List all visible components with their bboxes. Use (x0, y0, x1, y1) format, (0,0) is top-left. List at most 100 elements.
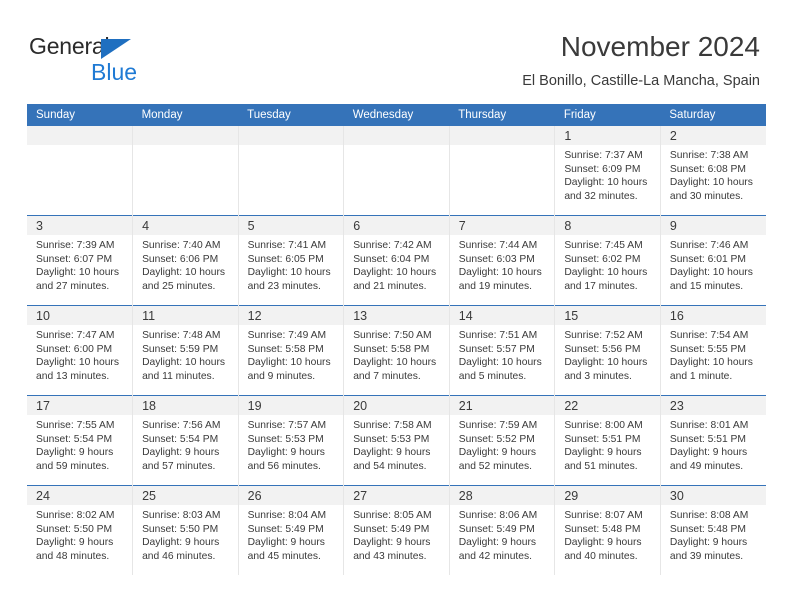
sunset-text: Sunset: 5:56 PM (564, 343, 641, 355)
calendar-day-cell[interactable]: 20 Sunrise: 7:58 AM Sunset: 5:53 PM Dayligh… (343, 395, 450, 486)
day-details: Sunrise: 7:52 AM Sunset: 5:56 PM Daylight:… (555, 325, 660, 383)
sunrise-text: Sunrise: 8:00 AM (564, 420, 643, 431)
day-details: Sunrise: 7:58 AM Sunset: 5:53 PM Daylight:… (344, 415, 449, 473)
calendar-day-cell[interactable]: 17 Sunrise: 7:55 AM Sunset: 5:54 PM Dayligh… (27, 395, 133, 486)
calendar-day-cell[interactable]: 7 Sunrise: 7:44 AM Sunset: 6:03 PM Daylight… (448, 215, 555, 306)
day-details: Sunrise: 8:01 AM Sunset: 5:51 PM Daylight:… (661, 415, 766, 473)
calendar-day-cell[interactable]: 11 Sunrise: 7:48 AM Sunset: 5:59 PM Dayligh… (132, 305, 239, 396)
calendar-day-cell[interactable]: 15 Sunrise: 7:52 AM Sunset: 5:56 PM Dayligh… (554, 305, 661, 396)
calendar-day-cell[interactable]: 30 Sunrise: 8:08 AM Sunset: 5:48 PM Dayligh… (659, 485, 766, 575)
daylight-text-line1: Daylight: 9 hours (458, 447, 537, 459)
calendar-page: General Blue November 2024 El Bonillo, C… (0, 0, 792, 612)
general-blue-logo[interactable]: General Blue (29, 33, 209, 85)
calendar-day-cell[interactable]: 21 Sunrise: 7:59 AM Sunset: 5:52 PM Dayligh… (448, 395, 555, 486)
calendar-day-cell[interactable]: 8 Sunrise: 7:45 AM Sunset: 6:02 PM Daylight… (554, 215, 661, 306)
daylight-text-line2: and 25 minutes. (142, 280, 216, 292)
calendar-week-row: 17 Sunrise: 7:55 AM Sunset: 5:54 PM Dayligh… (27, 395, 766, 486)
triangle-icon (101, 39, 131, 59)
calendar-day-cell[interactable]: 13 Sunrise: 7:50 AM Sunset: 5:58 PM Dayligh… (343, 305, 450, 396)
daylight-text-line2: and 7 minutes. (353, 370, 421, 382)
daylight-text-line2: and 5 minutes. (458, 370, 527, 382)
sunrise-text: Sunrise: 7:56 AM (142, 420, 221, 431)
calendar-day-cell[interactable]: 4 Sunrise: 7:40 AM Sunset: 6:06 PM Daylight… (132, 215, 239, 306)
day-number: 20 (344, 396, 449, 415)
day-details: Sunrise: 7:55 AM Sunset: 5:54 PM Daylight:… (27, 415, 132, 473)
day-details: Sunrise: 8:03 AM Sunset: 5:50 PM Daylight:… (133, 505, 238, 563)
page-header: General Blue November 2024 El Bonillo, C… (0, 0, 792, 100)
sunset-text: Sunset: 5:57 PM (458, 343, 535, 355)
calendar-day-cell[interactable]: 6 Sunrise: 7:42 AM Sunset: 6:04 PM Daylight… (343, 215, 450, 306)
day-details: Sunrise: 7:59 AM Sunset: 5:52 PM Daylight:… (450, 415, 555, 473)
daylight-text-line1: Daylight: 9 hours (669, 537, 748, 549)
calendar-day-cell[interactable]: 14 Sunrise: 7:51 AM Sunset: 5:57 PM Dayligh… (448, 305, 555, 396)
calendar-day-cell[interactable]: 9 Sunrise: 7:46 AM Sunset: 6:01 PM Daylight… (659, 215, 766, 306)
sunrise-text: Sunrise: 8:02 AM (36, 510, 115, 521)
daylight-text-line2: and 39 minutes. (669, 550, 744, 562)
calendar-day-cell[interactable]: 16 Sunrise: 7:54 AM Sunset: 5:55 PM Dayligh… (659, 305, 766, 396)
calendar-day-cell[interactable]: 5 Sunrise: 7:41 AM Sunset: 6:05 PM Daylight… (237, 215, 344, 306)
calendar-day-cell[interactable]: 19 Sunrise: 7:57 AM Sunset: 5:53 PM Dayligh… (237, 395, 344, 486)
day-number: 1 (555, 126, 660, 145)
calendar-day-cell[interactable]: 12 Sunrise: 7:49 AM Sunset: 5:58 PM Dayligh… (237, 305, 344, 396)
calendar-day-cell-empty (343, 126, 450, 216)
day-details: Sunrise: 7:42 AM Sunset: 6:04 PM Daylight:… (344, 235, 449, 293)
day-details: Sunrise: 7:51 AM Sunset: 5:57 PM Daylight:… (450, 325, 555, 383)
daylight-text-line2: and 17 minutes. (564, 280, 638, 292)
sunset-text: Sunset: 6:03 PM (458, 253, 535, 265)
calendar-day-cell[interactable]: 24 Sunrise: 8:02 AM Sunset: 5:50 PM Dayligh… (27, 485, 133, 575)
sunset-text: Sunset: 6:04 PM (353, 253, 430, 265)
sunset-text: Sunset: 5:53 PM (247, 433, 324, 445)
page-subtitle: El Bonillo, Castille-La Mancha, Spain (522, 73, 760, 89)
day-number: 11 (133, 306, 238, 325)
calendar-day-cell[interactable]: 27 Sunrise: 8:05 AM Sunset: 5:49 PM Dayligh… (343, 485, 450, 575)
sunrise-text: Sunrise: 7:58 AM (353, 420, 432, 431)
sunrise-text: Sunrise: 7:57 AM (247, 420, 327, 431)
sunrise-text: Sunrise: 8:08 AM (669, 510, 749, 521)
sunset-text: Sunset: 5:59 PM (142, 343, 219, 355)
daylight-text-line1: Daylight: 10 hours (669, 177, 753, 189)
day-details: Sunrise: 7:49 AM Sunset: 5:58 PM Daylight:… (239, 325, 344, 383)
logo-text-blue: Blue (91, 59, 138, 85)
sunrise-text: Sunrise: 7:50 AM (353, 330, 432, 341)
calendar-day-cell[interactable]: 26 Sunrise: 8:04 AM Sunset: 5:49 PM Dayligh… (237, 485, 344, 575)
calendar-day-cell[interactable]: 10 Sunrise: 7:47 AM Sunset: 6:00 PM Dayligh… (27, 305, 133, 396)
daylight-text-line2: and 27 minutes. (36, 280, 110, 292)
day-details: Sunrise: 7:41 AM Sunset: 6:05 PM Daylight:… (239, 235, 344, 293)
calendar-day-cell[interactable]: 25 Sunrise: 8:03 AM Sunset: 5:50 PM Dayligh… (132, 485, 239, 575)
daylight-text-line1: Daylight: 10 hours (36, 267, 119, 279)
day-details: Sunrise: 7:45 AM Sunset: 6:02 PM Daylight:… (555, 235, 660, 293)
day-number: 10 (27, 306, 133, 325)
calendar-day-cell[interactable]: 1 Sunrise: 7:37 AM Sunset: 6:09 PM Daylight… (554, 126, 661, 216)
daylight-text-line2: and 3 minutes. (564, 370, 632, 382)
calendar-day-cell-empty (27, 126, 133, 216)
sunrise-text: Sunrise: 7:41 AM (247, 240, 327, 251)
day-number (133, 126, 238, 145)
day-details: Sunrise: 7:47 AM Sunset: 6:00 PM Daylight:… (27, 325, 132, 383)
calendar-day-cell[interactable]: 29 Sunrise: 8:07 AM Sunset: 5:48 PM Dayligh… (554, 485, 661, 575)
daylight-text-line1: Daylight: 9 hours (247, 537, 325, 549)
weekday-header-sunday: Sunday (27, 104, 133, 126)
calendar-week-row: 10 Sunrise: 7:47 AM Sunset: 6:00 PM Dayligh… (27, 305, 766, 396)
sunrise-text: Sunrise: 7:52 AM (564, 330, 643, 341)
sunset-text: Sunset: 5:51 PM (564, 433, 641, 445)
sunrise-text: Sunrise: 7:46 AM (669, 240, 749, 251)
calendar-day-cell[interactable]: 2 Sunrise: 7:38 AM Sunset: 6:08 PM Daylight… (659, 126, 766, 216)
day-number (238, 126, 344, 145)
sunset-text: Sunset: 5:58 PM (353, 343, 430, 355)
weekday-header-thursday: Thursday (449, 104, 555, 126)
sunrise-text: Sunrise: 7:37 AM (564, 150, 643, 161)
calendar-day-cell[interactable]: 18 Sunrise: 7:56 AM Sunset: 5:54 PM Dayligh… (132, 395, 239, 486)
day-number (344, 126, 449, 145)
calendar-day-cell[interactable]: 28 Sunrise: 8:06 AM Sunset: 5:49 PM Dayligh… (448, 485, 555, 575)
daylight-text-line1: Daylight: 10 hours (353, 357, 437, 369)
daylight-text-line1: Daylight: 9 hours (353, 537, 431, 549)
sunrise-text: Sunrise: 8:05 AM (353, 510, 432, 521)
weekday-header-friday: Friday (554, 104, 661, 126)
calendar-day-cell[interactable]: 3 Sunrise: 7:39 AM Sunset: 6:07 PM Daylight… (27, 215, 133, 306)
calendar-day-cell[interactable]: 22 Sunrise: 8:00 AM Sunset: 5:51 PM Dayligh… (554, 395, 661, 486)
calendar-day-cell[interactable]: 23 Sunrise: 8:01 AM Sunset: 5:51 PM Dayligh… (659, 395, 766, 486)
daylight-text-line1: Daylight: 9 hours (247, 447, 325, 459)
sunset-text: Sunset: 5:53 PM (353, 433, 430, 445)
daylight-text-line2: and 21 minutes. (353, 280, 427, 292)
day-details: Sunrise: 7:37 AM Sunset: 6:09 PM Daylight:… (555, 145, 660, 203)
